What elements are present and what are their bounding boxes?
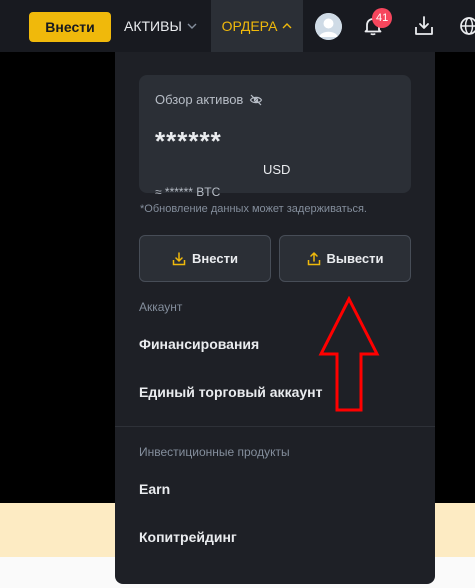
section-divider: [115, 426, 435, 427]
deposit-button[interactable]: Внести: [139, 235, 271, 282]
invest-section-label: Инвестиционные продукты: [139, 445, 290, 459]
asset-overview-title-text: Обзор активов: [155, 92, 244, 107]
nav-orders-label: ОРДЕРА: [221, 18, 278, 34]
asset-overview-card[interactable]: Обзор активов ****** USD ≈ ****** BTC: [139, 75, 411, 199]
nav-assets-label: АКТИВЫ: [124, 18, 182, 34]
balance-value: ******: [155, 126, 222, 156]
asset-overview-title: Обзор активов: [155, 92, 263, 107]
withdraw-button[interactable]: Вывести: [279, 235, 411, 282]
data-delay-note: *Обновление данных может задерживаться.: [140, 203, 367, 215]
download-icon: [172, 251, 186, 265]
withdraw-button-label: Вывести: [326, 251, 384, 266]
eye-slash-icon[interactable]: [249, 94, 263, 106]
notification-count-badge: 41: [372, 8, 393, 28]
nav-orders-menu[interactable]: ОРДЕРА: [211, 0, 303, 52]
user-avatar[interactable]: [315, 13, 342, 40]
nav-assets-menu[interactable]: АКТИВЫ: [124, 0, 197, 52]
account-section-label: Аккаунт: [139, 300, 183, 314]
globe-icon[interactable]: [459, 16, 475, 36]
balance-currency: USD: [263, 162, 291, 177]
red-arrow-annotation: [318, 296, 380, 412]
top-nav-bar: Внести АКТИВЫ ОРДЕРА 41: [0, 0, 475, 52]
deposit-button-label: Внести: [192, 251, 238, 266]
orders-dropdown-panel: Обзор активов ****** USD ≈ ****** BTC *О…: [115, 52, 435, 584]
menu-item-funding[interactable]: Финансирования: [139, 336, 259, 352]
chevron-up-icon: [282, 23, 292, 29]
btc-equivalent: ≈ ****** BTC: [155, 185, 221, 199]
chevron-down-icon: [187, 23, 197, 29]
menu-item-copy-trading[interactable]: Копитрейдинг: [139, 529, 237, 545]
menu-item-unified-trading-account[interactable]: Единый торговый аккаунт: [139, 384, 322, 400]
header-deposit-button[interactable]: Внести: [29, 12, 111, 42]
menu-item-earn[interactable]: Earn: [139, 481, 170, 497]
avatar-icon: [315, 13, 342, 40]
upload-icon: [307, 251, 320, 265]
download-icon[interactable]: [414, 15, 434, 37]
